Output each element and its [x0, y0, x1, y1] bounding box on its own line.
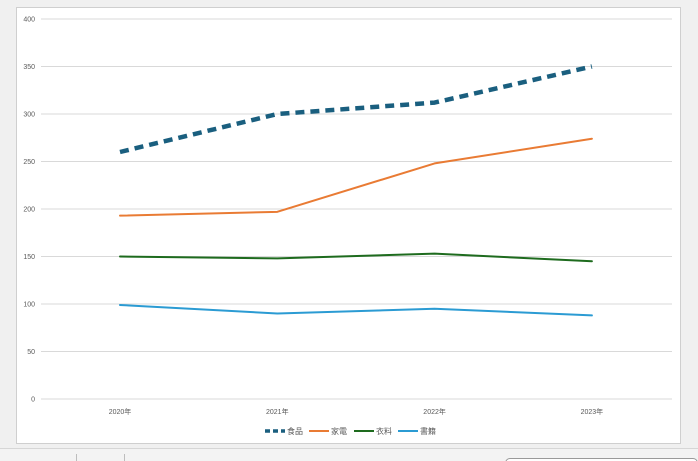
- series-lines: [119, 64, 593, 317]
- tab-separator: [124, 454, 125, 461]
- tab-separator: [76, 454, 77, 461]
- x-tick-label: 2021年: [266, 407, 289, 416]
- y-tick-label: 0: [31, 397, 35, 404]
- series-line-1[interactable]: [119, 137, 593, 217]
- y-tick-label: 300: [23, 112, 35, 119]
- y-tick-label: 100: [23, 302, 35, 309]
- chart-area[interactable]: 0 50 100 150 200 250 300 350 400 2020年 2021年 2022年…: [16, 7, 681, 444]
- sheet-tab-bar: [0, 448, 698, 461]
- legend-entry-1[interactable]: 家電: [309, 426, 347, 436]
- x-axis-tick-labels: 2020年 2021年 2022年 2023年: [109, 407, 603, 416]
- legend-entry-2[interactable]: 衣料: [354, 426, 392, 436]
- y-tick-label: 350: [23, 64, 35, 71]
- y-tick-label: 200: [23, 207, 35, 214]
- y-tick-label: 250: [23, 159, 35, 166]
- legend-label: 食品: [287, 426, 303, 436]
- y-tick-label: 50: [27, 349, 35, 356]
- x-tick-label: 2020年: [109, 407, 132, 416]
- legend-entry-3[interactable]: 書籍: [398, 426, 436, 436]
- y-axis-tick-labels: 0 50 100 150 200 250 300 350 400: [23, 17, 35, 404]
- legend-label: 家電: [331, 426, 347, 436]
- legend-label: 書籍: [420, 426, 436, 436]
- series-line-2[interactable]: [119, 252, 593, 263]
- y-tick-label: 400: [23, 17, 35, 24]
- x-tick-label: 2023年: [581, 407, 604, 416]
- y-tick-label: 150: [23, 254, 35, 261]
- spreadsheet-window: 0 50 100 150 200 250 300 350 400 2020年 2021年 2022年…: [0, 0, 698, 461]
- line-chart: 0 50 100 150 200 250 300 350 400 2020年 2021年 2022年…: [23, 17, 672, 436]
- series-line-3[interactable]: [119, 303, 593, 317]
- gridlines: [41, 18, 672, 400]
- legend-label: 衣料: [376, 426, 392, 436]
- x-tick-label: 2022年: [423, 407, 446, 416]
- series-line-0[interactable]: [119, 64, 593, 155]
- legend[interactable]: 食品 家電 衣料 書籍: [265, 426, 436, 436]
- legend-entry-0[interactable]: 食品: [265, 426, 303, 436]
